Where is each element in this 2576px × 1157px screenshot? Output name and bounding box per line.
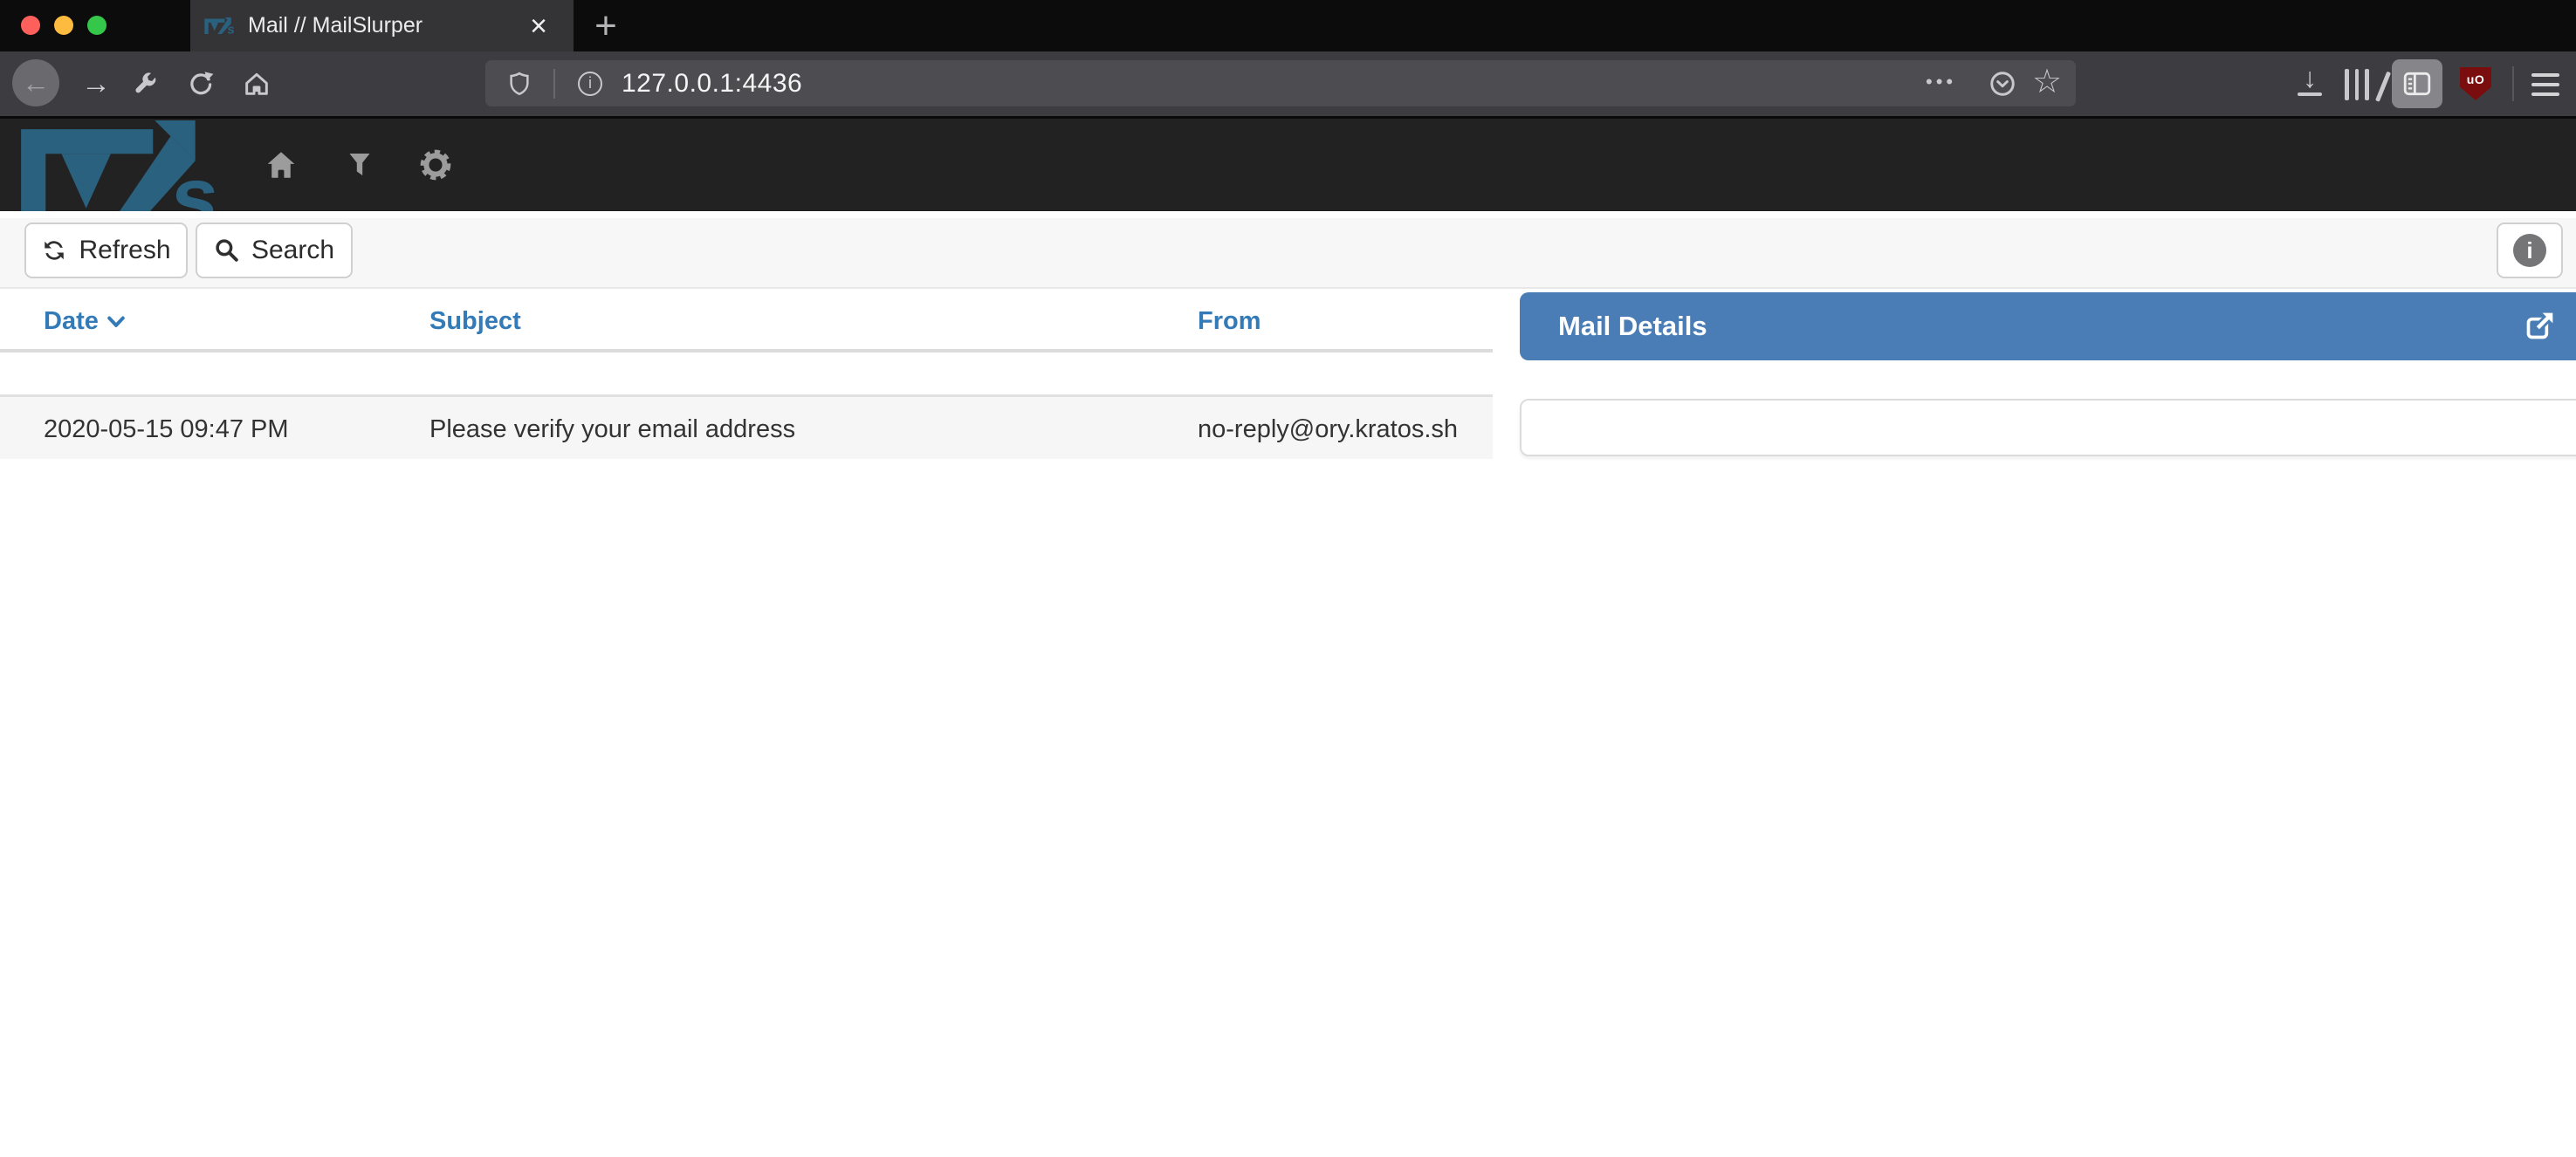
menu-bar-icon: [2531, 92, 2559, 96]
home-icon: [243, 70, 271, 98]
mail-list-empty-row: [0, 356, 1493, 394]
column-header-from: From: [1198, 291, 1261, 353]
nav-home-button[interactable]: [258, 119, 304, 211]
refresh-label: Refresh: [79, 236, 170, 265]
tab-close-icon[interactable]: ×: [530, 0, 547, 51]
mailslurper-logo[interactable]: [21, 120, 223, 211]
column-header-subject: Subject: [429, 291, 521, 353]
forward-button[interactable]: →: [77, 51, 115, 116]
firefox-window: Mail // MailSlurper × + ← →: [0, 0, 2576, 1157]
info-button[interactable]: i: [2497, 222, 2563, 278]
mail-details-title: Mail Details: [1558, 292, 1707, 360]
site-info-icon[interactable]: i: [578, 72, 602, 96]
downloads-button[interactable]: ↓: [2292, 65, 2327, 96]
toolbar-separator: [2512, 66, 2514, 101]
download-arrow-icon: ↓: [2303, 65, 2317, 91]
urlbar-divider: [553, 69, 555, 99]
mail-subject-link[interactable]: Please verify your email address: [429, 397, 795, 462]
reload-icon: [187, 70, 215, 98]
url-text: 127.0.0.1:4436: [622, 69, 802, 99]
sort-chevron-down-icon: [107, 316, 125, 328]
mail-details-body: [1520, 399, 2576, 456]
library-bar-icon: [2345, 69, 2349, 100]
download-bar-icon: [2298, 92, 2322, 96]
menu-bar-icon: [2531, 73, 2559, 77]
gear-icon: [419, 148, 452, 181]
tracking-shield-icon[interactable]: [506, 70, 532, 98]
page-actions-icon[interactable]: •••: [1926, 71, 1956, 93]
info-icon: i: [2513, 234, 2546, 267]
nav-settings-button[interactable]: [416, 119, 456, 211]
sidebar-toggle-button[interactable]: [2392, 59, 2442, 108]
filter-icon: [348, 151, 371, 179]
pocket-icon[interactable]: [1989, 70, 2016, 98]
reload-button[interactable]: [182, 51, 220, 116]
tab-title: Mail // MailSlurper: [248, 13, 422, 38]
menu-button[interactable]: [2531, 73, 2559, 96]
macos-close-button[interactable]: [21, 16, 40, 35]
site-info-glyph: i: [588, 74, 592, 92]
mailslurper-logo-icon: [21, 120, 223, 211]
refresh-icon: [41, 237, 67, 264]
back-button[interactable]: ←: [12, 59, 59, 106]
menu-bar-icon: [2531, 83, 2559, 86]
search-label: Search: [251, 236, 334, 265]
browser-home-button[interactable]: [237, 51, 276, 116]
library-bar-icon: [2365, 69, 2369, 100]
wrench-button[interactable]: [127, 51, 162, 116]
bookmark-star-icon[interactable]: ☆: [2032, 62, 2062, 101]
mail-from-cell: no-reply@ory.kratos.sh: [1198, 397, 1458, 462]
browser-titlebar: Mail // MailSlurper × +: [0, 0, 2576, 51]
sidebar-icon: [2401, 69, 2434, 99]
mailslurper-favicon-icon: [204, 17, 236, 34]
ublock-label: uO: [2467, 72, 2484, 86]
mail-date-cell: 2020-05-15 09:47 PM: [44, 397, 289, 462]
browser-tab[interactable]: Mail // MailSlurper ×: [190, 0, 574, 51]
url-bar[interactable]: i 127.0.0.1:4436 ••• ☆: [485, 60, 2076, 106]
home-icon: [266, 151, 296, 179]
mailslurper-navbar: [0, 119, 2576, 211]
search-button[interactable]: Search: [196, 222, 353, 278]
open-in-new-window-icon[interactable]: [2522, 309, 2557, 344]
info-glyph: i: [2526, 237, 2532, 264]
mail-details-header: Mail Details: [1520, 292, 2576, 360]
back-arrow-icon: ←: [22, 69, 50, 97]
library-bar-icon: [2375, 72, 2391, 102]
mail-list-row[interactable]: 2020-05-15 09:47 PM Please verify your e…: [0, 394, 1493, 459]
date-column-label: Date: [44, 291, 99, 353]
new-tab-button[interactable]: +: [581, 0, 630, 51]
wrench-icon: [132, 71, 158, 97]
library-button[interactable]: [2345, 69, 2379, 100]
macos-minimize-button[interactable]: [54, 16, 73, 35]
mail-list-header: Date Subject From: [0, 291, 1493, 353]
search-icon: [214, 237, 240, 264]
ublock-origin-icon[interactable]: uO: [2460, 67, 2491, 100]
action-toolbar: Refresh Search i: [0, 218, 2576, 289]
macos-zoom-button[interactable]: [87, 16, 106, 35]
refresh-button[interactable]: Refresh: [24, 222, 188, 278]
library-bar-icon: [2355, 69, 2360, 100]
column-header-date[interactable]: Date: [44, 291, 125, 353]
browser-toolbar: ← → i 127: [0, 51, 2576, 119]
nav-filter-button[interactable]: [342, 119, 377, 211]
